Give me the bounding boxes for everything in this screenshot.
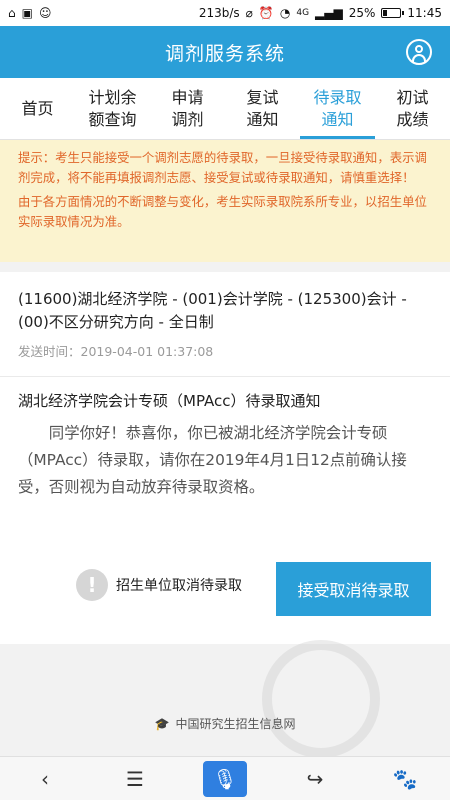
browser-bottom-nav: ‹ ☰ 🎙 ↪ 🐾 (0, 756, 450, 800)
share-icon[interactable]: ↪ (293, 761, 337, 797)
wifi-icon: ◔ (279, 6, 291, 20)
menu-icon[interactable]: ☰ (113, 761, 157, 797)
network-type: 4G (296, 8, 310, 18)
program-info: (11600)湖北经济学院 - (001)会计学院 - (125300)会计 -… (18, 290, 407, 331)
back-icon[interactable]: ‹ (23, 761, 67, 797)
tab-bar: 首页 计划余 额查询 申请 调剂 复试 通知 待录取 通知 初试 成绩 (0, 78, 450, 140)
footer-text: 中国研究生招生信息网 (175, 717, 296, 731)
tab-initial-score[interactable]: 初试 成绩 (375, 78, 450, 139)
site-footer: 🎓 中国研究生招生信息网 (0, 715, 450, 732)
battery-percent: 25% (348, 6, 376, 20)
alarm-icon: ⏰ (258, 6, 274, 20)
reject-label: 招生单位取消待录取 (116, 578, 242, 594)
watermark-seal (262, 640, 380, 758)
user-head-shape (415, 45, 423, 53)
app-header: 调剂服务系统 (0, 26, 450, 78)
accept-cancel-button[interactable]: 接受取消待录取 (276, 562, 431, 616)
image-icon: ▣ (21, 6, 33, 20)
mute-icon: ⌀ (245, 6, 253, 20)
user-shoulders-shape (412, 54, 426, 62)
signal-icon: ▂▄▆ (315, 6, 343, 20)
tab-home[interactable]: 首页 (0, 78, 75, 139)
status-right: 213b/s ⌀ ⏰ ◔ 4G ▂▄▆ 25% 11:45 (199, 6, 442, 20)
message-card: (11600)湖北经济学院 - (001)会计学院 - (125300)会计 -… (0, 272, 450, 644)
message-title: 湖北经济学院会计专硕（MPAcc）待录取通知 (18, 392, 321, 410)
notice-text-1: 提示：考生只能接受一个调剂志愿的待录取，一旦接受待录取通知，表示调剂完成，将不能… (18, 150, 427, 185)
tab-plan-quota[interactable]: 计划余 额查询 (75, 78, 150, 139)
clock: 11:45 (407, 6, 442, 20)
graduation-cap-icon: 🎓 (154, 716, 170, 731)
message-body: 同学你好！恭喜你，你已被湖北经济学院会计专硕（MPAcc）待录取，请你在2019… (18, 424, 407, 496)
tab-retest-notice[interactable]: 复试 通知 (225, 78, 300, 139)
reject-status: ! 招生单位取消待录取 (76, 569, 242, 601)
notice-text-2: 由于各方面情况的不断调整与变化，考生实际录取院系所专业，以招生单位实际录取情况为… (18, 194, 427, 229)
tab-apply-adjustment[interactable]: 申请 调剂 (150, 78, 225, 139)
notification-icon: ⌂ (8, 6, 16, 20)
divider (0, 376, 450, 377)
page-title: 调剂服务系统 (164, 42, 285, 65)
exclamation-icon: ! (76, 569, 108, 601)
status-left: ⌂ ▣ ☺ (8, 7, 51, 19)
paw-icon[interactable]: 🐾 (383, 761, 427, 797)
chat-icon: ☺ (38, 6, 52, 20)
status-bar: ⌂ ▣ ☺ 213b/s ⌀ ⏰ ◔ 4G ▂▄▆ 25% 11:45 (0, 0, 450, 26)
network-speed: 213b/s (198, 6, 240, 20)
notice-banner: 提示：考生只能接受一个调剂志愿的待录取，一旦接受待录取通知，表示调剂完成，将不能… (0, 140, 450, 262)
battery-icon (381, 8, 405, 18)
tab-pending-admission[interactable]: 待录取 通知 (300, 78, 375, 139)
user-circle-icon[interactable] (406, 39, 432, 65)
microphone-icon[interactable]: 🎙 (203, 760, 247, 797)
sent-time: 发送时间：2019-04-01 01:37:08 (18, 344, 214, 359)
